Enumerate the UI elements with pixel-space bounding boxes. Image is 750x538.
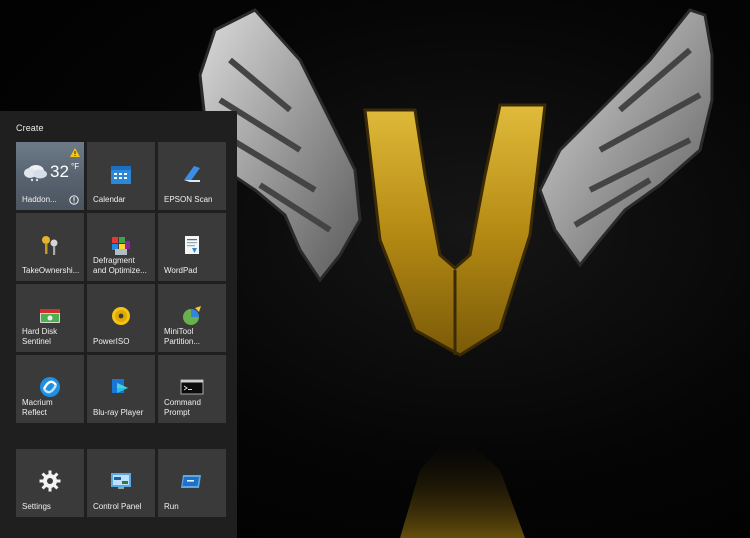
- tile-label: MiniTool Partition...: [164, 327, 201, 346]
- command-prompt-tile[interactable]: Command Prompt: [158, 355, 226, 423]
- wordpad-tile[interactable]: WordPad: [158, 213, 226, 281]
- run-tile[interactable]: Run: [158, 449, 226, 517]
- tile-label: TakeOwnershi...: [22, 266, 80, 275]
- minitool-tile[interactable]: MiniTool Partition...: [158, 284, 226, 352]
- keys-icon: [42, 236, 58, 255]
- tile-label: Calendar: [93, 195, 126, 204]
- weather-unit: °F: [71, 162, 80, 171]
- defragment-icon: [112, 237, 130, 255]
- hard-disk-sentinel-tile[interactable]: Hard Disk Sentinel: [16, 284, 84, 352]
- start-menu-panel: Create 32 °F Haddon... Calendar EPSON Sc…: [0, 111, 237, 538]
- tile-label: PowerISO: [93, 337, 130, 346]
- logo-reflection: [400, 430, 525, 538]
- wordpad-icon: [185, 236, 199, 254]
- poweriso-tile[interactable]: PowerISO: [87, 284, 155, 352]
- tile-label: Defragment and Optimize...: [93, 256, 147, 275]
- control-panel-icon: [111, 473, 131, 489]
- run-icon: [181, 475, 201, 488]
- tile-label: Control Panel: [93, 502, 142, 511]
- poweriso-disc-icon: [112, 307, 130, 325]
- macrium-reflect-icon: [40, 377, 60, 397]
- weather-tile[interactable]: 32 °F Haddon...: [16, 142, 84, 210]
- minitool-icon: [183, 306, 201, 325]
- settings-tile[interactable]: Settings: [16, 449, 84, 517]
- info-icon: [69, 195, 79, 205]
- gear-icon: [39, 470, 61, 492]
- tile-label: Run: [164, 502, 179, 511]
- weather-cloud-icon: [24, 165, 47, 182]
- calendar-icon: [111, 166, 131, 184]
- tile-group-title: Create: [16, 123, 44, 133]
- tile-label: Macrium Reflect: [22, 398, 53, 417]
- tile-label: Blu-ray Player: [93, 408, 144, 417]
- tile-label: Hard Disk Sentinel: [22, 327, 58, 346]
- calendar-tile[interactable]: Calendar: [87, 142, 155, 210]
- tile-label: EPSON Scan: [164, 195, 213, 204]
- defragment-tile[interactable]: Defragment and Optimize...: [87, 213, 155, 281]
- bluray-player-icon: [112, 379, 128, 393]
- bluray-player-tile[interactable]: Blu-ray Player: [87, 355, 155, 423]
- control-panel-tile[interactable]: Control Panel: [87, 449, 155, 517]
- macrium-reflect-tile[interactable]: Macrium Reflect: [16, 355, 84, 423]
- epson-scan-icon: [184, 166, 200, 182]
- takeownership-tile[interactable]: TakeOwnershi...: [16, 213, 84, 281]
- warning-icon: [70, 148, 80, 157]
- command-prompt-icon: [180, 379, 204, 395]
- weather-temperature: 32: [50, 162, 69, 181]
- hard-disk-sentinel-icon: [40, 309, 60, 323]
- epson-scan-tile[interactable]: EPSON Scan: [158, 142, 226, 210]
- tile-label: WordPad: [164, 266, 198, 275]
- tile-label: Command Prompt: [164, 398, 201, 417]
- tile-label: Settings: [22, 502, 51, 511]
